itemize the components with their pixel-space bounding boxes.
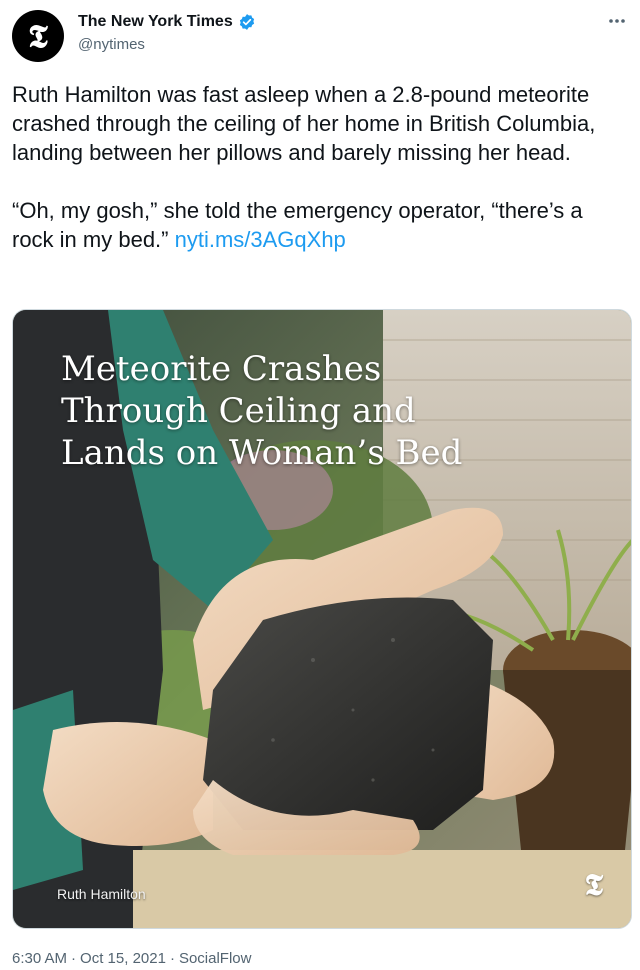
avatar[interactable]: 𝕿 <box>12 10 64 62</box>
nyt-watermark-icon: 𝕿 <box>584 868 603 903</box>
tweet-text: Ruth Hamilton was fast asleep when a 2.8… <box>12 80 622 254</box>
headline-line: Meteorite Crashes <box>61 349 382 389</box>
tweet-source[interactable]: SocialFlow <box>179 950 252 967</box>
tweet-metadata: 6:30 AM · Oct 15, 2021 · SocialFlow <box>12 950 251 967</box>
photo-credit: Ruth Hamilton <box>57 886 146 902</box>
author-display-name[interactable]: The New York Times <box>78 13 233 31</box>
ellipsis-icon <box>609 19 625 23</box>
tweet-paragraph-2: “Oh, my gosh,” she told the emergency op… <box>12 196 622 254</box>
tweet-paragraph-1: Ruth Hamilton was fast asleep when a 2.8… <box>12 82 596 165</box>
verified-badge-icon <box>239 14 254 30</box>
tweet-time[interactable]: 6:30 AM <box>12 950 67 967</box>
author-handle[interactable]: @nytimes <box>78 36 145 53</box>
tweet: 𝕿 The New York Times @nytimes Ruth Hamil… <box>0 0 640 970</box>
article-headline: Meteorite Crashes Through Ceiling and La… <box>61 348 463 474</box>
author-display-name-row[interactable]: The New York Times <box>78 13 256 31</box>
headline-line: Lands on Woman’s Bed <box>61 433 463 473</box>
tweet-date[interactable]: Oct 15, 2021 <box>80 950 166 967</box>
article-card-image[interactable]: Meteorite Crashes Through Ceiling and La… <box>12 309 632 929</box>
nyt-logo-icon: 𝕿 <box>28 17 48 55</box>
headline-line: Through Ceiling and <box>61 391 416 431</box>
separator-dot: · <box>169 950 175 967</box>
article-link[interactable]: nyti.ms/3AGqXhp <box>175 227 346 252</box>
separator-dot: · <box>71 950 77 967</box>
more-options-icon[interactable] <box>606 10 628 32</box>
